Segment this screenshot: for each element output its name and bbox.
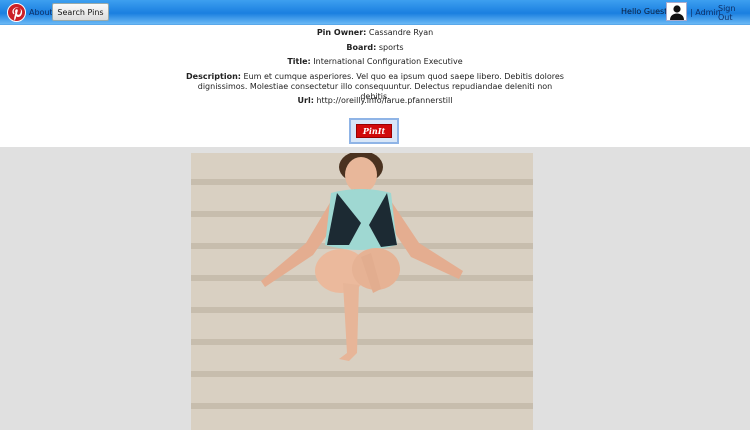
url-row: Url: http://oreilly.info/larue.pfannerst… (0, 96, 750, 106)
pin-image (191, 151, 533, 430)
pinit-button[interactable]: PinIt (356, 124, 392, 138)
title-label: Title: (287, 57, 311, 66)
pinit-button-frame: PinIt (349, 118, 399, 144)
description-label: Description: (186, 72, 241, 81)
search-pins-button[interactable]: Search Pins (52, 3, 109, 21)
url-value: http://oreilly.info/larue.pfannerstill (316, 96, 453, 105)
pinterest-logo-icon[interactable] (7, 3, 26, 22)
pin-owner-value: Cassandre Ryan (368, 28, 434, 37)
board-row: Board: sports (0, 43, 750, 53)
title-value: International Configuration Executive (313, 57, 463, 66)
url-label: Url: (297, 96, 314, 105)
pin-owner-row: Pin Owner: Cassandre Ryan (0, 28, 750, 38)
pin-owner-label: Pin Owner: (316, 28, 367, 37)
gymnast-photo (261, 151, 463, 361)
user-greeting: Hello Guest! (621, 7, 671, 16)
board-label: Board: (346, 43, 377, 52)
top-navigation-bar: About Search Pins Hello Guest! | Admin S… (0, 0, 750, 25)
sign-out-link[interactable]: Sign Out (718, 4, 750, 22)
admin-link[interactable]: | Admin (690, 8, 721, 17)
title-row: Title: International Configuration Execu… (0, 57, 750, 67)
board-value: sports (378, 43, 404, 52)
about-link[interactable]: About (29, 8, 53, 17)
user-avatar-icon[interactable] (666, 2, 687, 21)
